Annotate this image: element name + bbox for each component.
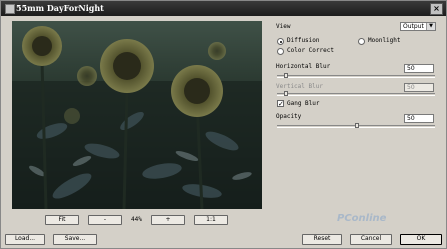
ok-button[interactable]: OK (400, 234, 442, 245)
title-bar: 55mm DayForNight × (1, 1, 446, 16)
radio-selected-dot (279, 40, 282, 43)
sunflower-night-photo (12, 21, 262, 209)
vertical-blur-slider-thumb (284, 91, 288, 96)
vertical-blur-value: 50 (404, 83, 434, 92)
app-icon (5, 4, 15, 14)
color-correct-radio[interactable] (277, 48, 284, 55)
view-select-value: Output (403, 23, 424, 30)
opacity-slider-thumb[interactable] (355, 123, 359, 128)
fit-button[interactable]: Fit (45, 215, 79, 225)
window-title: 55mm DayForNight (16, 3, 104, 13)
vertical-blur-slider-track (277, 93, 435, 96)
horizontal-blur-label: Horizontal Blur (276, 63, 331, 70)
zoom-level: 44% (131, 216, 142, 223)
chevron-down-icon[interactable]: ▼ (426, 23, 435, 30)
gang-blur-checkbox[interactable]: ✓ (277, 100, 284, 108)
zoom-out-button[interactable]: - (88, 215, 122, 225)
dialog-window: 55mm DayForNight × Fit - 44% + 1:1 View … (0, 0, 447, 249)
view-select[interactable]: Output ▼ (400, 22, 436, 31)
watermark: PConline (337, 213, 387, 224)
preview-image[interactable] (12, 21, 262, 209)
gang-blur-label: Gang Blur (287, 100, 320, 107)
actual-size-button[interactable]: 1:1 (194, 215, 228, 225)
moonlight-radio[interactable] (358, 38, 365, 45)
horizontal-blur-value[interactable]: 50 (404, 64, 434, 73)
opacity-label: Opacity (276, 113, 302, 120)
vertical-blur-label: Vertical Blur (276, 83, 323, 90)
horizontal-blur-slider-thumb[interactable] (284, 73, 288, 78)
diffusion-label: Diffusion (287, 37, 320, 44)
zoom-in-button[interactable]: + (151, 215, 185, 225)
save-button[interactable]: Save... (53, 234, 97, 245)
load-button[interactable]: Load... (5, 234, 45, 245)
diffusion-radio[interactable] (277, 38, 284, 45)
color-correct-label: Color Correct (287, 47, 334, 54)
horizontal-blur-slider-track[interactable] (277, 75, 435, 78)
moonlight-label: Moonlight (368, 37, 401, 44)
opacity-value[interactable]: 50 (404, 114, 434, 123)
view-label: View (276, 23, 291, 30)
close-button[interactable]: × (430, 3, 443, 15)
reset-button[interactable]: Reset (302, 234, 342, 245)
cancel-button[interactable]: Cancel (350, 234, 392, 245)
